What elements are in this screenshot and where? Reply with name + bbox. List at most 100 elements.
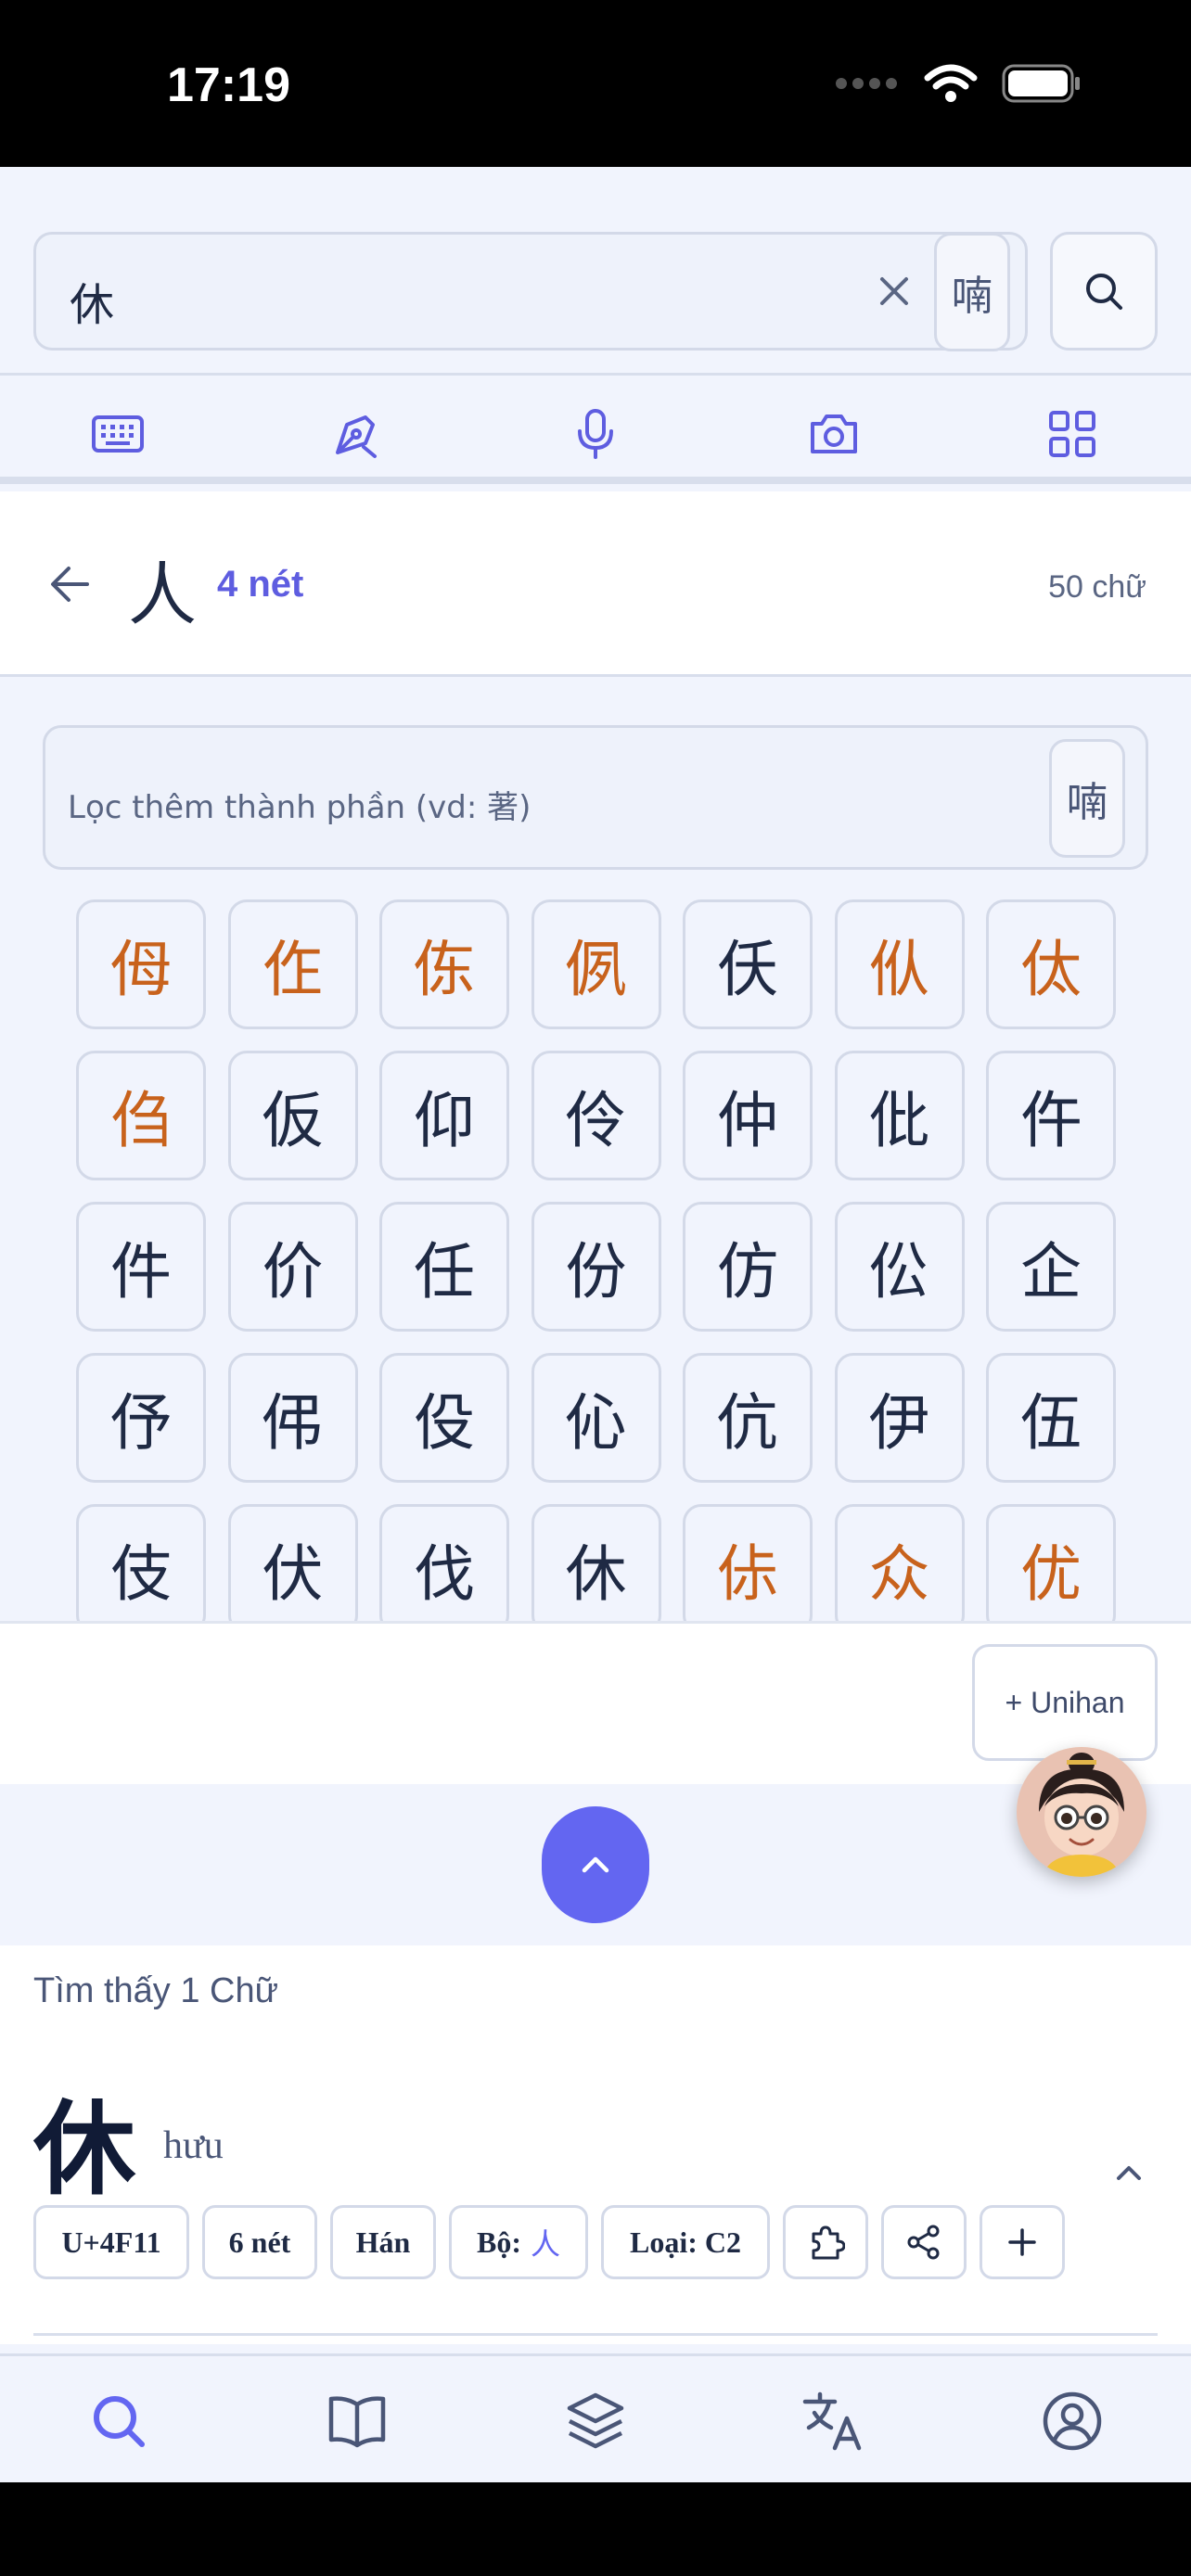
- bottom-navigation: [0, 2353, 1191, 2482]
- character-cell[interactable]: 休: [531, 1504, 661, 1621]
- character-cell[interactable]: 众: [834, 1504, 965, 1621]
- cellular-icon: [836, 78, 897, 89]
- camera-mode-button[interactable]: [801, 402, 866, 466]
- close-icon: [880, 277, 908, 305]
- search-icon: [94, 2396, 145, 2447]
- add-button[interactable]: [980, 2205, 1065, 2279]
- character-cell[interactable]: 伉: [683, 1353, 813, 1483]
- share-icon: [907, 2225, 940, 2260]
- assistant-avatar-image: [1017, 1747, 1146, 1877]
- grid-icon: [1049, 411, 1095, 457]
- book-icon: [328, 2396, 386, 2448]
- character-cell[interactable]: 伶: [531, 1051, 661, 1180]
- character-cell[interactable]: 仲: [683, 1051, 813, 1180]
- expand-toggle[interactable]: [1106, 2149, 1152, 2196]
- character-cell[interactable]: 㑄: [76, 899, 206, 1029]
- character-cell[interactable]: 优: [986, 1504, 1116, 1621]
- character-cell[interactable]: 伇: [379, 1353, 509, 1483]
- character-cell[interactable]: 伀: [834, 1202, 965, 1332]
- character-cell[interactable]: 㑅: [227, 899, 358, 1029]
- character-cell[interactable]: 伎: [76, 1504, 206, 1621]
- character-cell[interactable]: 伏: [227, 1504, 358, 1621]
- nav-collections[interactable]: [558, 2384, 633, 2458]
- script-type-tag[interactable]: Hán: [330, 2205, 436, 2279]
- radical-header: 人 4 nét 50 chữ: [0, 491, 1191, 677]
- voice-mode-button[interactable]: [563, 402, 628, 466]
- share-button[interactable]: [881, 2205, 967, 2279]
- radical-tag[interactable]: Bộ: 人: [449, 2205, 588, 2279]
- character-cell[interactable]: 㐺: [834, 899, 965, 1029]
- unihan-bar: + Unihan: [0, 1621, 1191, 1784]
- character-cell[interactable]: 任: [379, 1202, 509, 1332]
- status-time: 17:19: [167, 58, 290, 112]
- filter-radical-button[interactable]: 喃: [1049, 739, 1125, 858]
- decompose-button[interactable]: [783, 2205, 868, 2279]
- app-screen: 休 喃 人 4 nét 50 chữ Lọc thêm thành phần (…: [0, 167, 1191, 2482]
- character-cell[interactable]: 仸: [683, 899, 813, 1029]
- stroke-count-tag[interactable]: 6 nét: [202, 2205, 317, 2279]
- character-cell[interactable]: 㑀: [986, 899, 1116, 1029]
- result-reading: hưu: [163, 2124, 224, 2167]
- clear-button[interactable]: [862, 259, 927, 324]
- character-cell[interactable]: 份: [531, 1202, 661, 1332]
- wifi-icon: [924, 64, 978, 102]
- category-tag[interactable]: Loại: C2: [601, 2205, 770, 2279]
- result-character[interactable]: 休: [33, 2066, 135, 2214]
- character-cell[interactable]: 㑇: [76, 1051, 206, 1180]
- component-filter-input[interactable]: Lọc thêm thành phần (vd: 著) 喃: [43, 725, 1148, 870]
- character-grid: 㑄㑅㑈㑉仸㐺㑀㑇仮仰伶仲仳仵件价任份仿伀企伃伄伇伈伉伊伍伎伏伐休㑐众优: [76, 899, 1116, 1621]
- character-cell[interactable]: 㑐: [683, 1504, 813, 1621]
- codepoint-tag[interactable]: U+4F11: [33, 2205, 189, 2279]
- result-count-text: Tìm thấy 1 Chữ: [33, 1971, 279, 2010]
- assistant-avatar[interactable]: [1017, 1747, 1146, 1877]
- search-button[interactable]: [1050, 232, 1158, 351]
- back-button[interactable]: [45, 558, 96, 610]
- divider: [33, 2333, 1158, 2336]
- keyboard-mode-button[interactable]: [85, 402, 150, 466]
- handwriting-mode-button[interactable]: [324, 402, 389, 466]
- character-cell[interactable]: 仿: [683, 1202, 813, 1332]
- character-cell[interactable]: 仳: [834, 1051, 965, 1180]
- nav-search[interactable]: [82, 2384, 156, 2458]
- radical-tag-label: Bộ:: [476, 2225, 521, 2259]
- nav-dictionary[interactable]: [320, 2384, 394, 2458]
- chevron-up-icon: [1117, 2166, 1141, 2180]
- collapse-area: [0, 1747, 1191, 1945]
- character-cell[interactable]: 价: [227, 1202, 358, 1332]
- radical-tag-value: 人: [530, 2226, 560, 2262]
- character-cell[interactable]: 伍: [986, 1353, 1116, 1483]
- layers-icon: [567, 2392, 624, 2449]
- character-cell[interactable]: 企: [986, 1202, 1116, 1332]
- nav-profile[interactable]: [1035, 2384, 1109, 2458]
- collapse-button[interactable]: [542, 1806, 649, 1923]
- character-cell[interactable]: 㑈: [379, 899, 509, 1029]
- pen-tool-icon: [336, 415, 377, 458]
- character-cell[interactable]: 件: [76, 1202, 206, 1332]
- search-row: 休 喃: [33, 232, 1158, 351]
- character-cell[interactable]: 仮: [227, 1051, 358, 1180]
- translate-icon: [802, 2391, 862, 2451]
- character-cell[interactable]: 伊: [834, 1353, 965, 1483]
- radical-stroke-count: 4 nét: [217, 564, 304, 605]
- unihan-button[interactable]: + Unihan: [972, 1644, 1158, 1761]
- result-tags: U+4F11 6 nét Hán Bộ: 人 Loại: C2: [33, 2205, 1065, 2279]
- radical-picker-button[interactable]: 喃: [934, 233, 1010, 351]
- filter-placeholder: Lọc thêm thành phần (vd: 著): [68, 789, 531, 826]
- arrow-left-icon: [51, 567, 89, 602]
- nav-translate[interactable]: [797, 2384, 871, 2458]
- search-value: 休: [70, 279, 115, 331]
- character-cell[interactable]: 㑉: [531, 899, 661, 1029]
- microphone-icon: [578, 409, 613, 459]
- character-cell[interactable]: 伄: [227, 1353, 358, 1483]
- radical-grid-mode-button[interactable]: [1040, 402, 1105, 466]
- character-cell[interactable]: 伃: [76, 1353, 206, 1483]
- character-cell[interactable]: 伈: [531, 1353, 661, 1483]
- status-icons: [835, 63, 1082, 104]
- character-cell[interactable]: 仰: [379, 1051, 509, 1180]
- character-cell[interactable]: 伐: [379, 1504, 509, 1621]
- search-input[interactable]: 休 喃: [33, 232, 1028, 351]
- profile-icon: [1043, 2391, 1102, 2451]
- radical-character: 人: [128, 555, 197, 635]
- character-count: 50 chữ: [1048, 569, 1146, 605]
- character-cell[interactable]: 仵: [986, 1051, 1116, 1180]
